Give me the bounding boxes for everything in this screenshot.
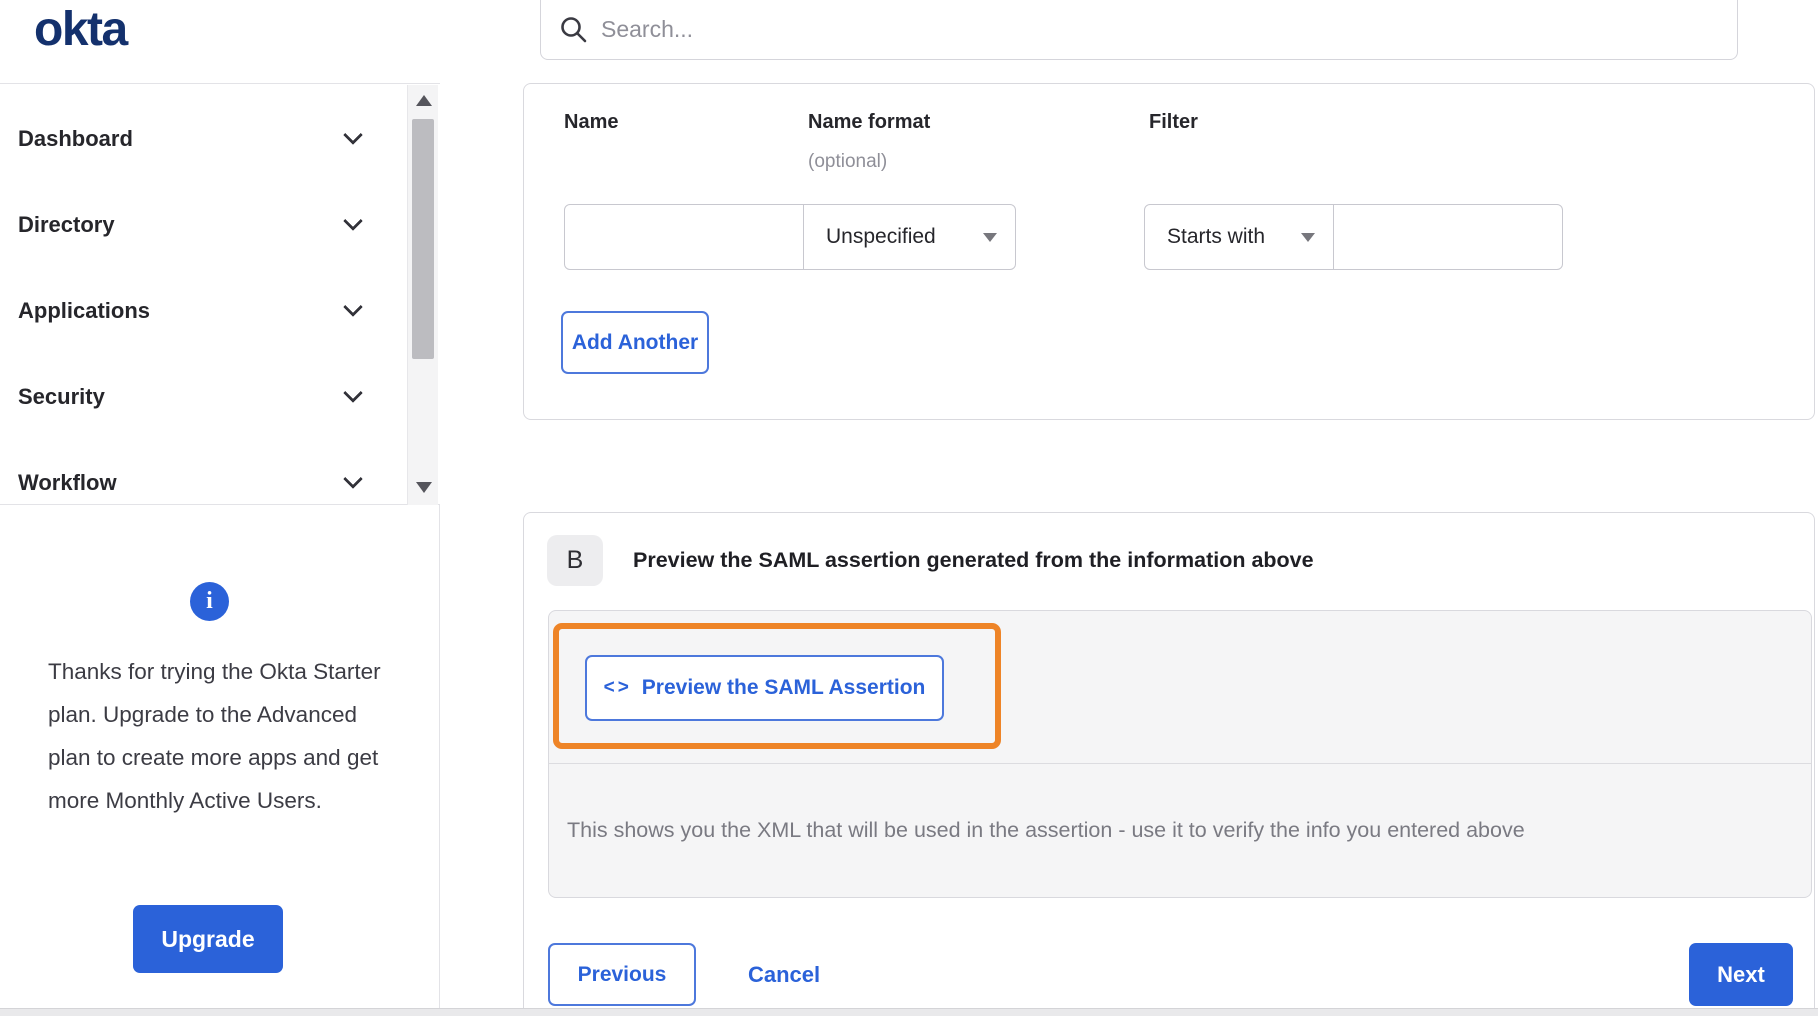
scroll-down-arrow-icon[interactable] (416, 482, 432, 493)
preview-action-panel: <> Preview the SAML Assertion (548, 610, 1812, 764)
sidebar-item-directory[interactable]: Directory (0, 182, 440, 268)
preview-description-panel: This shows you the XML that will be used… (548, 763, 1812, 898)
cancel-link[interactable]: Cancel (748, 943, 820, 1006)
info-icon: i (190, 582, 229, 621)
filter-value-input[interactable] (1334, 205, 1562, 269)
add-another-button[interactable]: Add Another (561, 311, 709, 374)
attribute-name-field[interactable] (564, 204, 804, 270)
window-bottom-edge (0, 1008, 1818, 1016)
upgrade-button[interactable]: Upgrade (133, 905, 283, 973)
sidebar-item-dashboard[interactable]: Dashboard (0, 96, 440, 182)
filter-operator-selected-value: Starts with (1167, 225, 1266, 248)
previous-button[interactable]: Previous (548, 943, 696, 1006)
chevron-down-icon (343, 211, 363, 231)
filter-value-field[interactable] (1333, 204, 1563, 270)
name-format-selected-value: Unspecified (826, 225, 936, 248)
filter-operator-select[interactable]: Starts with (1144, 204, 1334, 270)
name-format-optional-hint: (optional) (808, 151, 888, 172)
okta-admin-console: okta Dashboard Directory Applications Se… (0, 0, 1818, 1016)
next-button[interactable]: Next (1689, 943, 1793, 1006)
attribute-name-input[interactable] (565, 205, 803, 269)
chevron-down-icon (343, 297, 363, 317)
filter-column-label: Filter (1149, 111, 1198, 133)
search-input[interactable] (601, 15, 1601, 43)
scroll-up-arrow-icon[interactable] (416, 95, 432, 106)
dropdown-caret-icon (1301, 232, 1315, 242)
attribute-statements-card: Name Name format (optional) Filter Unspe… (523, 83, 1815, 420)
chevron-down-icon (343, 383, 363, 403)
preview-button-label: Preview the SAML Assertion (641, 676, 926, 699)
okta-logo: okta (34, 3, 128, 56)
name-column-label: Name (564, 111, 619, 133)
search-icon (561, 17, 587, 43)
sidebar-nav: Dashboard Directory Applications Securit… (0, 83, 440, 505)
step-b-badge: B (547, 535, 603, 586)
sidebar-item-security[interactable]: Security (0, 354, 440, 440)
chevron-down-icon (343, 469, 363, 489)
global-search[interactable] (540, 0, 1738, 60)
sidebar-item-workflow[interactable]: Workflow (0, 440, 440, 526)
preview-saml-assertion-button[interactable]: <> Preview the SAML Assertion (585, 655, 944, 721)
name-format-column-label: Name format (808, 111, 931, 133)
chevron-down-icon (343, 125, 363, 145)
scrollbar-thumb[interactable] (412, 119, 434, 359)
code-brackets-icon: <> (603, 677, 632, 698)
name-format-select[interactable]: Unspecified (803, 204, 1016, 270)
sidebar-scrollbar[interactable] (407, 85, 438, 505)
preview-section-heading: Preview the SAML assertion generated fro… (633, 548, 1314, 572)
sidebar-item-applications[interactable]: Applications (0, 268, 440, 354)
preview-saml-card: B Preview the SAML assertion generated f… (523, 512, 1815, 1016)
dropdown-caret-icon (983, 232, 997, 242)
preview-description-text: This shows you the XML that will be used… (567, 818, 1525, 842)
plan-notice-text: Thanks for trying the Okta Starter plan.… (48, 659, 381, 813)
